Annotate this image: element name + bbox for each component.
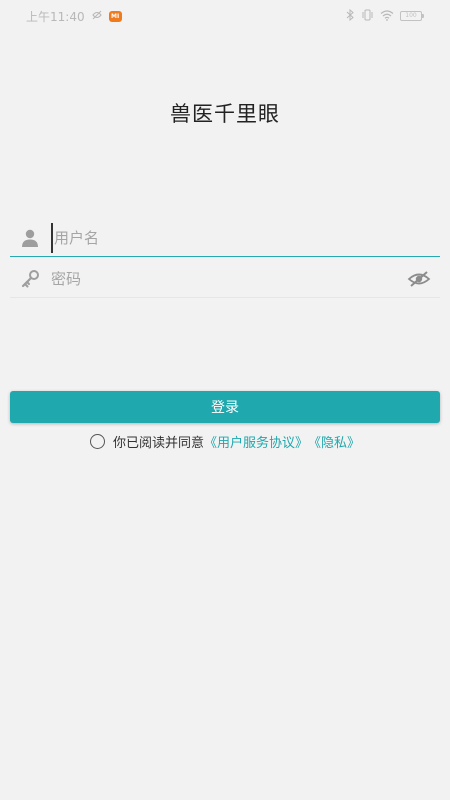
status-left: 上午11:40 MI bbox=[26, 8, 122, 25]
battery-icon: 100 bbox=[400, 11, 424, 21]
agreement-text: 你已阅读并同意 bbox=[112, 436, 204, 451]
agreement-row: 你已阅读并同意 《用户服务协议》 《隐私》 bbox=[0, 432, 450, 451]
password-field bbox=[10, 260, 440, 298]
bluetooth-icon bbox=[346, 8, 355, 23]
eye-off-icon bbox=[407, 270, 431, 287]
app-title: 兽医千里眼 bbox=[170, 102, 280, 126]
wifi-icon bbox=[380, 9, 394, 23]
password-visibility-toggle[interactable] bbox=[406, 268, 432, 290]
key-icon bbox=[19, 268, 41, 290]
privacy-policy-link[interactable]: 《隐私》 bbox=[308, 432, 360, 451]
vibrate-icon bbox=[361, 9, 374, 23]
login-button[interactable]: 登录 bbox=[10, 391, 440, 423]
status-right: 100 bbox=[346, 8, 424, 23]
user-agreement-link[interactable]: 《用户服务协议》 bbox=[204, 432, 308, 451]
person-icon bbox=[19, 227, 41, 249]
agree-radio[interactable] bbox=[89, 434, 105, 449]
app-notification-badge-icon: MI bbox=[108, 10, 122, 22]
username-field bbox=[10, 219, 440, 257]
status-bar: 上午11:40 MI 100 bbox=[0, 0, 450, 32]
status-time: 上午11:40 bbox=[26, 9, 85, 24]
username-input[interactable] bbox=[51, 222, 440, 253]
do-not-disturb-icon bbox=[91, 9, 103, 23]
password-input[interactable] bbox=[51, 263, 406, 294]
